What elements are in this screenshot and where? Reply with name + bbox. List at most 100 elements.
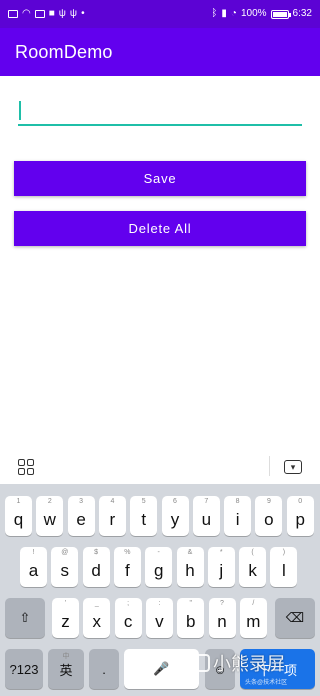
alarm-icon: ◔ — [230, 8, 237, 19]
key-label: p — [295, 509, 305, 529]
key-label: m — [246, 611, 261, 631]
key-hint: 8 — [235, 498, 240, 505]
key-hint: ( — [251, 549, 254, 556]
key-o[interactable]: 9o — [255, 496, 283, 536]
watermark-text: 小熊录屏 — [213, 654, 285, 674]
key-x[interactable]: _ x — [83, 598, 111, 638]
key-hint: 2 — [47, 498, 52, 505]
keyboard-menu-icon[interactable] — [18, 459, 34, 475]
video-icon: ■ — [48, 8, 55, 19]
key-hint: ; — [127, 600, 130, 607]
text-caret — [19, 101, 21, 120]
battery-label: 100% — [240, 8, 267, 19]
usb-debug-icon: ψ — [69, 8, 78, 19]
key-f[interactable]: % f — [113, 547, 141, 587]
key-c[interactable]: ; c — [114, 598, 142, 638]
key-label: t — [141, 509, 147, 529]
usb-icon: ψ — [58, 8, 66, 19]
key-hint: 9 — [266, 498, 271, 505]
key-t[interactable]: 5t — [130, 496, 158, 536]
key-p[interactable]: 0p — [286, 496, 314, 536]
key-b[interactable]: " b — [177, 598, 205, 638]
hide-keyboard-icon[interactable]: ▾ — [284, 460, 302, 474]
text-input[interactable] — [18, 98, 302, 126]
bluetooth-icon: ᛒ — [211, 8, 218, 19]
delete-all-button[interactable]: Delete All — [14, 211, 306, 246]
key-hint: 3 — [79, 498, 84, 505]
key-n[interactable]: ? n — [208, 598, 236, 638]
symbols-key[interactable]: ?123 — [5, 649, 43, 689]
key-hint: & — [187, 549, 193, 556]
dot-icon: • — [81, 8, 85, 19]
status-icons-left: ◠ ■ ψ ψ • — [8, 9, 85, 19]
period-key[interactable]: . — [89, 649, 119, 689]
key-d[interactable]: $ d — [82, 547, 110, 587]
key-label: h — [185, 560, 195, 580]
key-label: z — [61, 611, 70, 631]
key-label: e — [76, 509, 86, 529]
key-label: v — [155, 611, 164, 631]
microphone-icon: 🎤 — [153, 661, 170, 676]
toolbar-divider — [269, 456, 270, 476]
text-field-underline — [18, 124, 302, 126]
key-hint: 6 — [173, 498, 177, 505]
key-label: ?123 — [9, 661, 39, 677]
shift-icon: ⇧ — [19, 610, 31, 625]
key-m[interactable]: / m — [239, 598, 267, 638]
key-r[interactable]: 4r — [98, 496, 126, 536]
key-label: o — [264, 509, 274, 529]
key-hint: % — [124, 549, 131, 556]
key-g[interactable]: -g — [145, 547, 173, 587]
key-hint: 1 — [16, 498, 21, 505]
backspace-key[interactable]: ⌫ — [275, 598, 315, 638]
key-hint: / — [252, 600, 255, 607]
key-hint: 5 — [141, 498, 146, 505]
key-hint: ? — [220, 600, 224, 607]
key-label: r — [109, 509, 116, 529]
key-label: i — [235, 509, 240, 529]
key-hint: 0 — [298, 498, 303, 505]
key-label: n — [217, 611, 227, 631]
shift-key[interactable]: ⇧ — [5, 598, 45, 638]
wifi-icon: ◠ — [22, 8, 31, 19]
save-button[interactable]: Save — [14, 161, 306, 196]
clock: 6:32 — [292, 8, 312, 19]
key-s[interactable]: @ s — [51, 547, 79, 587]
key-e[interactable]: 3e — [67, 496, 95, 536]
key-hint: * — [219, 549, 223, 556]
key-v[interactable]: :v — [145, 598, 173, 638]
key-label: f — [125, 560, 130, 580]
key-label: b — [185, 611, 196, 631]
key-i[interactable]: 8i — [224, 496, 252, 536]
key-label: s — [60, 560, 70, 580]
key-hint: _ — [94, 600, 99, 607]
key-a[interactable]: ! a — [20, 547, 47, 587]
key-l[interactable]: ) l — [270, 547, 298, 587]
watermark-subtext: 头条@技术社区 — [245, 680, 288, 686]
key-label: w — [43, 509, 56, 529]
key-hint: 7 — [204, 498, 209, 505]
key-w[interactable]: 2w — [36, 496, 64, 536]
recorder-logo-icon — [188, 654, 210, 672]
key-j[interactable]: * j — [207, 547, 235, 587]
language-key[interactable]: 中英 — [48, 649, 84, 689]
key-z[interactable]: ' z — [52, 598, 79, 638]
key-hint: : — [158, 600, 161, 607]
key-hint: ) — [282, 549, 286, 556]
key-y[interactable]: 6y — [161, 496, 189, 536]
key-q[interactable]: 1q — [5, 496, 32, 536]
backspace-icon: ⌫ — [285, 610, 305, 625]
keyboard-toolbar: ▾ — [0, 452, 320, 482]
app-title: RoomDemo — [15, 41, 113, 62]
key-label: d — [91, 560, 101, 580]
key-hint: 中 — [62, 653, 70, 660]
key-label: l — [282, 560, 286, 580]
sim-icon — [8, 10, 18, 18]
key-u[interactable]: 7u — [192, 496, 220, 536]
status-bar: ◠ ■ ψ ψ • ᛒ ▮ ◔ 100% 6:32 — [0, 0, 320, 28]
key-label: g — [153, 560, 164, 580]
key-h[interactable]: & h — [176, 547, 204, 587]
screen-icon — [34, 10, 45, 18]
text-field[interactable] — [18, 98, 302, 126]
key-k[interactable]: (k — [239, 547, 267, 587]
